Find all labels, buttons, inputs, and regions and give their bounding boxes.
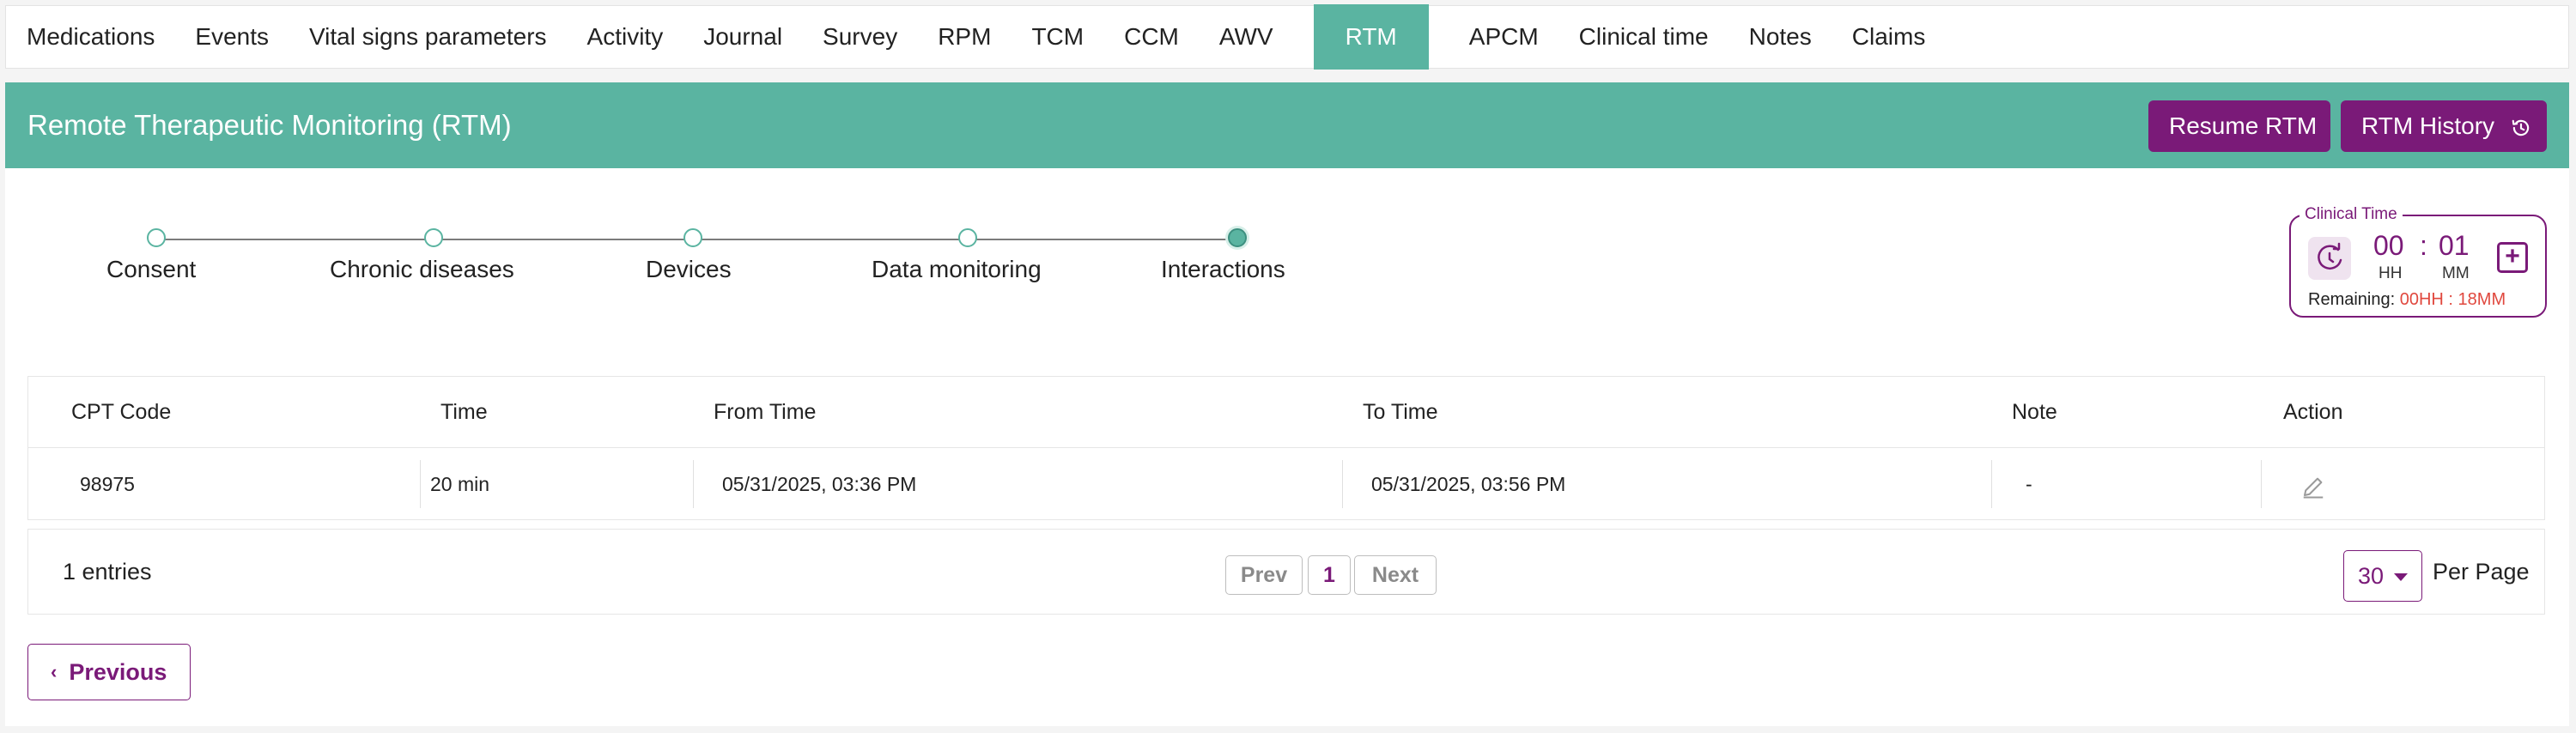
module-tabs: Medications Events Vital signs parameter… <box>5 4 2569 70</box>
remaining-label: Remaining: <box>2308 290 2396 309</box>
tab-activity[interactable]: Activity <box>587 5 664 69</box>
minutes-unit-label: MM <box>2442 264 2470 282</box>
prev-page-button[interactable]: Prev <box>1225 555 1303 595</box>
plus-square-icon[interactable]: + <box>2497 242 2528 273</box>
tab-tcm[interactable]: TCM <box>1031 5 1084 69</box>
progress-stepper: Consent Chronic diseases Devices Data mo… <box>5 227 1379 295</box>
tab-clinical-time[interactable]: Clinical time <box>1579 5 1709 69</box>
step-interactions-dot[interactable] <box>1228 228 1247 247</box>
rtm-card: Remote Therapeutic Monitoring (RTM) Resu… <box>5 82 2569 726</box>
clinical-time-hours: 00 <box>2373 230 2404 261</box>
cell-cpt-code: 98975 <box>80 473 135 495</box>
col-note: Note <box>2012 400 2057 424</box>
tab-medications[interactable]: Medications <box>27 5 155 69</box>
col-from-time: From Time <box>714 400 817 424</box>
page-1-button[interactable]: 1 <box>1308 555 1351 595</box>
rtm-history-label: RTM History <box>2361 112 2495 139</box>
tab-survey[interactable]: Survey <box>823 5 897 69</box>
timer-sync-button[interactable] <box>2308 237 2351 280</box>
per-page-select[interactable]: 30 <box>2343 550 2422 602</box>
step-chronic-diseases-dot[interactable] <box>424 228 443 247</box>
col-action: Action <box>2283 400 2343 424</box>
pagination-bar: 1 entries Prev 1 Next 30 Per Page <box>27 529 2545 615</box>
per-page-value: 30 <box>2358 563 2385 589</box>
timer-sync-icon <box>2318 242 2342 270</box>
cell-note: - <box>2026 473 2032 495</box>
tab-journal[interactable]: Journal <box>703 5 782 69</box>
step-devices-dot[interactable] <box>683 228 702 247</box>
edit-icon[interactable] <box>2300 474 2326 500</box>
previous-label: Previous <box>69 659 167 685</box>
clinical-time-minutes: 01 <box>2439 230 2470 261</box>
next-page-button[interactable]: Next <box>1354 555 1437 595</box>
cell-time: 20 min <box>430 473 490 495</box>
table-header: CPT Code Time From Time To Time Note Act… <box>28 377 2544 448</box>
step-consent-dot[interactable] <box>147 228 166 247</box>
entries-count: 1 entries <box>63 559 152 585</box>
cpt-table: CPT Code Time From Time To Time Note Act… <box>27 376 2545 520</box>
card-header: Remote Therapeutic Monitoring (RTM) Resu… <box>5 82 2569 168</box>
cell-from-time: 05/31/2025, 03:36 PM <box>722 473 917 495</box>
previous-button[interactable]: ‹ Previous <box>27 644 191 700</box>
tab-rpm[interactable]: RPM <box>938 5 991 69</box>
tab-awv[interactable]: AWV <box>1219 5 1273 69</box>
col-to-time: To Time <box>1363 400 1438 424</box>
caret-down-icon <box>2394 573 2408 581</box>
cell-to-time: 05/31/2025, 03:56 PM <box>1371 473 1566 495</box>
tab-vital-signs-parameters[interactable]: Vital signs parameters <box>309 5 547 69</box>
tab-rtm[interactable]: RTM <box>1313 4 1429 70</box>
clinical-time-colon: : <box>2420 230 2427 261</box>
per-page-label: Per Page <box>2433 559 2530 585</box>
table-row: 98975 20 min 05/31/2025, 03:36 PM 05/31/… <box>28 448 2544 520</box>
step-interactions-label[interactable]: Interactions <box>1161 256 1285 283</box>
rtm-history-button[interactable]: RTM History <box>2341 100 2547 152</box>
resume-rtm-button[interactable]: Resume RTM <box>2148 100 2330 152</box>
remaining-value: 00HH : 18MM <box>2399 290 2506 309</box>
hours-unit-label: HH <box>2379 264 2403 282</box>
tab-events[interactable]: Events <box>195 5 269 69</box>
tab-apcm[interactable]: APCM <box>1469 5 1539 69</box>
tab-ccm[interactable]: CCM <box>1124 5 1179 69</box>
remaining-time: Remaining: 00HH : 18MM <box>2308 290 2506 310</box>
chevron-left-icon: ‹ <box>51 661 58 682</box>
history-icon <box>2512 119 2530 136</box>
col-cpt-code: CPT Code <box>71 400 172 424</box>
step-data-monitoring-label[interactable]: Data monitoring <box>872 256 1042 283</box>
page-title: Remote Therapeutic Monitoring (RTM) <box>27 109 512 141</box>
step-data-monitoring-dot[interactable] <box>958 228 977 247</box>
step-chronic-diseases-label[interactable]: Chronic diseases <box>330 256 514 283</box>
tab-notes[interactable]: Notes <box>1749 5 1812 69</box>
clinical-time-widget: Clinical Time 00 : 01 HH MM + Remaining:… <box>2289 205 2547 318</box>
tab-claims[interactable]: Claims <box>1852 5 1926 69</box>
step-devices-label[interactable]: Devices <box>646 256 732 283</box>
col-time: Time <box>440 400 488 424</box>
clinical-time-legend: Clinical Time <box>2300 205 2403 224</box>
step-consent-label[interactable]: Consent <box>106 256 196 283</box>
